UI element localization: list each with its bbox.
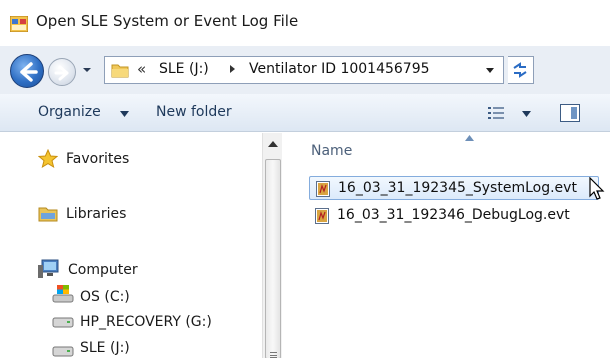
breadcrumb-drive[interactable]: SLE (J:) <box>159 61 209 77</box>
sort-ascending-icon <box>465 135 474 141</box>
scroll-thumb[interactable] <box>265 159 281 358</box>
evt-file-icon <box>316 181 330 197</box>
recent-locations-dropdown[interactable] <box>82 65 92 75</box>
back-arrow-icon <box>20 62 38 82</box>
nav-item-computer[interactable]: Computer <box>68 262 138 278</box>
change-view-icon[interactable] <box>488 106 504 120</box>
command-toolbar: Organize New folder <box>0 94 610 132</box>
refresh-button[interactable] <box>508 56 534 84</box>
refresh-icon <box>513 62 527 78</box>
preview-pane-button[interactable] <box>560 104 580 122</box>
file-row[interactable]: 16_03_31_192345_SystemLog.evt <box>309 176 599 200</box>
computer-icon <box>38 259 59 278</box>
address-bar[interactable]: « SLE (J:) Ventilator ID 1001456795 <box>104 56 504 84</box>
scroll-up-arrow-icon[interactable] <box>268 141 278 147</box>
breadcrumb-folder[interactable]: Ventilator ID 1001456795 <box>249 61 430 77</box>
app-window-icon <box>10 16 28 32</box>
file-name: 16_03_31_192346_DebugLog.evt <box>337 207 570 223</box>
navigation-bar: « SLE (J:) Ventilator ID 1001456795 <box>0 46 610 94</box>
title-bar: Open SLE System or Event Log File <box>0 0 610 46</box>
nav-item-os-drive[interactable]: OS (C:) <box>80 289 130 305</box>
file-row[interactable]: 16_03_31_192346_DebugLog.evt <box>309 204 599 228</box>
folder-icon <box>111 64 129 78</box>
mouse-cursor-icon <box>589 177 605 200</box>
breadcrumb-separator-icon[interactable] <box>229 64 237 74</box>
view-options-dropdown-icon[interactable] <box>522 111 531 117</box>
hp-recovery-drive-icon <box>52 317 74 328</box>
column-header-name[interactable]: Name <box>311 143 352 159</box>
new-folder-button[interactable]: New folder <box>156 104 232 120</box>
organize-button[interactable]: Organize <box>38 104 101 120</box>
forward-button[interactable] <box>48 58 76 86</box>
nav-item-favorites[interactable]: Favorites <box>66 151 129 167</box>
address-dropdown-icon[interactable] <box>485 67 495 75</box>
navigation-pane: Favorites Libraries Computer OS (C:) HP_… <box>0 133 262 358</box>
favorites-star-icon <box>38 149 58 169</box>
evt-file-icon <box>315 208 329 224</box>
nav-item-hp-recovery[interactable]: HP_RECOVERY (G:) <box>80 314 212 330</box>
file-name: 16_03_31_192345_SystemLog.evt <box>338 180 577 196</box>
scroll-grip-icon <box>270 352 277 358</box>
sle-drive-icon <box>52 346 74 357</box>
file-list-pane: Name 16_03_31_192345_SystemLog.evt 16_03… <box>283 133 610 358</box>
os-drive-icon <box>52 285 74 303</box>
nav-item-libraries[interactable]: Libraries <box>66 206 126 222</box>
address-overflow-chevron[interactable]: « <box>137 60 146 78</box>
chevron-down-icon[interactable] <box>120 111 129 117</box>
back-button[interactable] <box>10 54 44 88</box>
forward-arrow-icon <box>54 65 69 81</box>
window-title: Open SLE System or Event Log File <box>36 12 299 30</box>
nav-item-sle-drive[interactable]: SLE (J:) <box>80 340 130 356</box>
libraries-icon <box>38 207 58 222</box>
nav-pane-scrollbar[interactable] <box>262 133 282 358</box>
